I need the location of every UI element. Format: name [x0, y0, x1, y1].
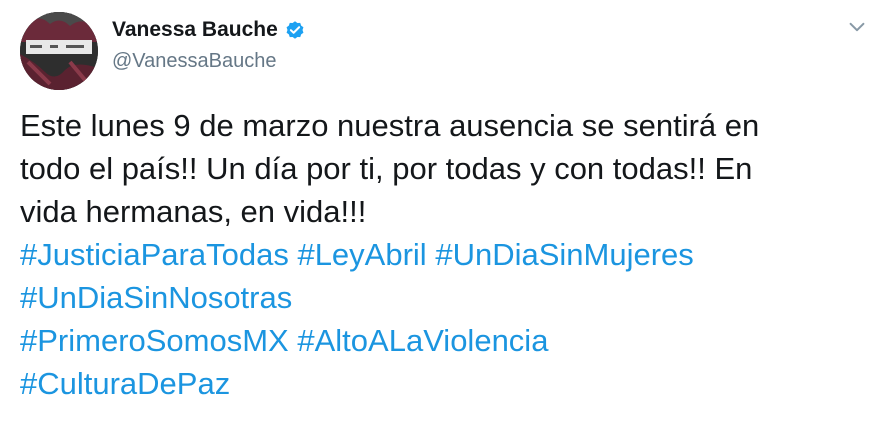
hashtag-link[interactable]: #AltoALaViolencia	[297, 323, 548, 358]
handle[interactable]: @VanessaBauche	[112, 50, 276, 73]
hashtag-line: #UnDiaSinNosotras	[20, 276, 870, 319]
hashtag-link[interactable]: #JusticiaParaTodas	[20, 237, 289, 272]
tweet-text: Este lunes 9 de marzo nuestra ausencia s…	[20, 104, 870, 405]
verified-badge-icon	[286, 21, 304, 39]
hashtag-link[interactable]: #LeyAbril	[297, 237, 426, 272]
hashtag-line: #JusticiaParaTodas #LeyAbril #UnDiaSinMu…	[20, 233, 870, 276]
tweet-text-line: todo el país!! Un día por ti, por todas …	[20, 151, 753, 186]
hashtag-line: #PrimeroSomosMX #AltoALaViolencia	[20, 319, 870, 362]
display-name[interactable]: Vanessa Bauche	[112, 18, 278, 42]
tweet-card: Vanessa Bauche @VanessaBauche Este lunes…	[0, 0, 892, 445]
hashtag-line: #CulturaDePaz	[20, 362, 870, 405]
avatar-image	[20, 12, 98, 90]
hashtag-link[interactable]: #CulturaDePaz	[20, 366, 230, 401]
hashtag-link[interactable]: #UnDiaSinNosotras	[20, 280, 292, 315]
hashtag-link[interactable]: #PrimeroSomosMX	[20, 323, 289, 358]
tweet-text-line: vida hermanas, en vida!!!	[20, 194, 367, 229]
author-name-row: Vanessa Bauche	[112, 18, 306, 42]
tweet-text-line: Este lunes 9 de marzo nuestra ausencia s…	[20, 108, 760, 143]
avatar[interactable]	[20, 12, 98, 90]
chevron-down-icon[interactable]	[846, 16, 868, 38]
hashtag-link[interactable]: #UnDiaSinMujeres	[435, 237, 693, 272]
